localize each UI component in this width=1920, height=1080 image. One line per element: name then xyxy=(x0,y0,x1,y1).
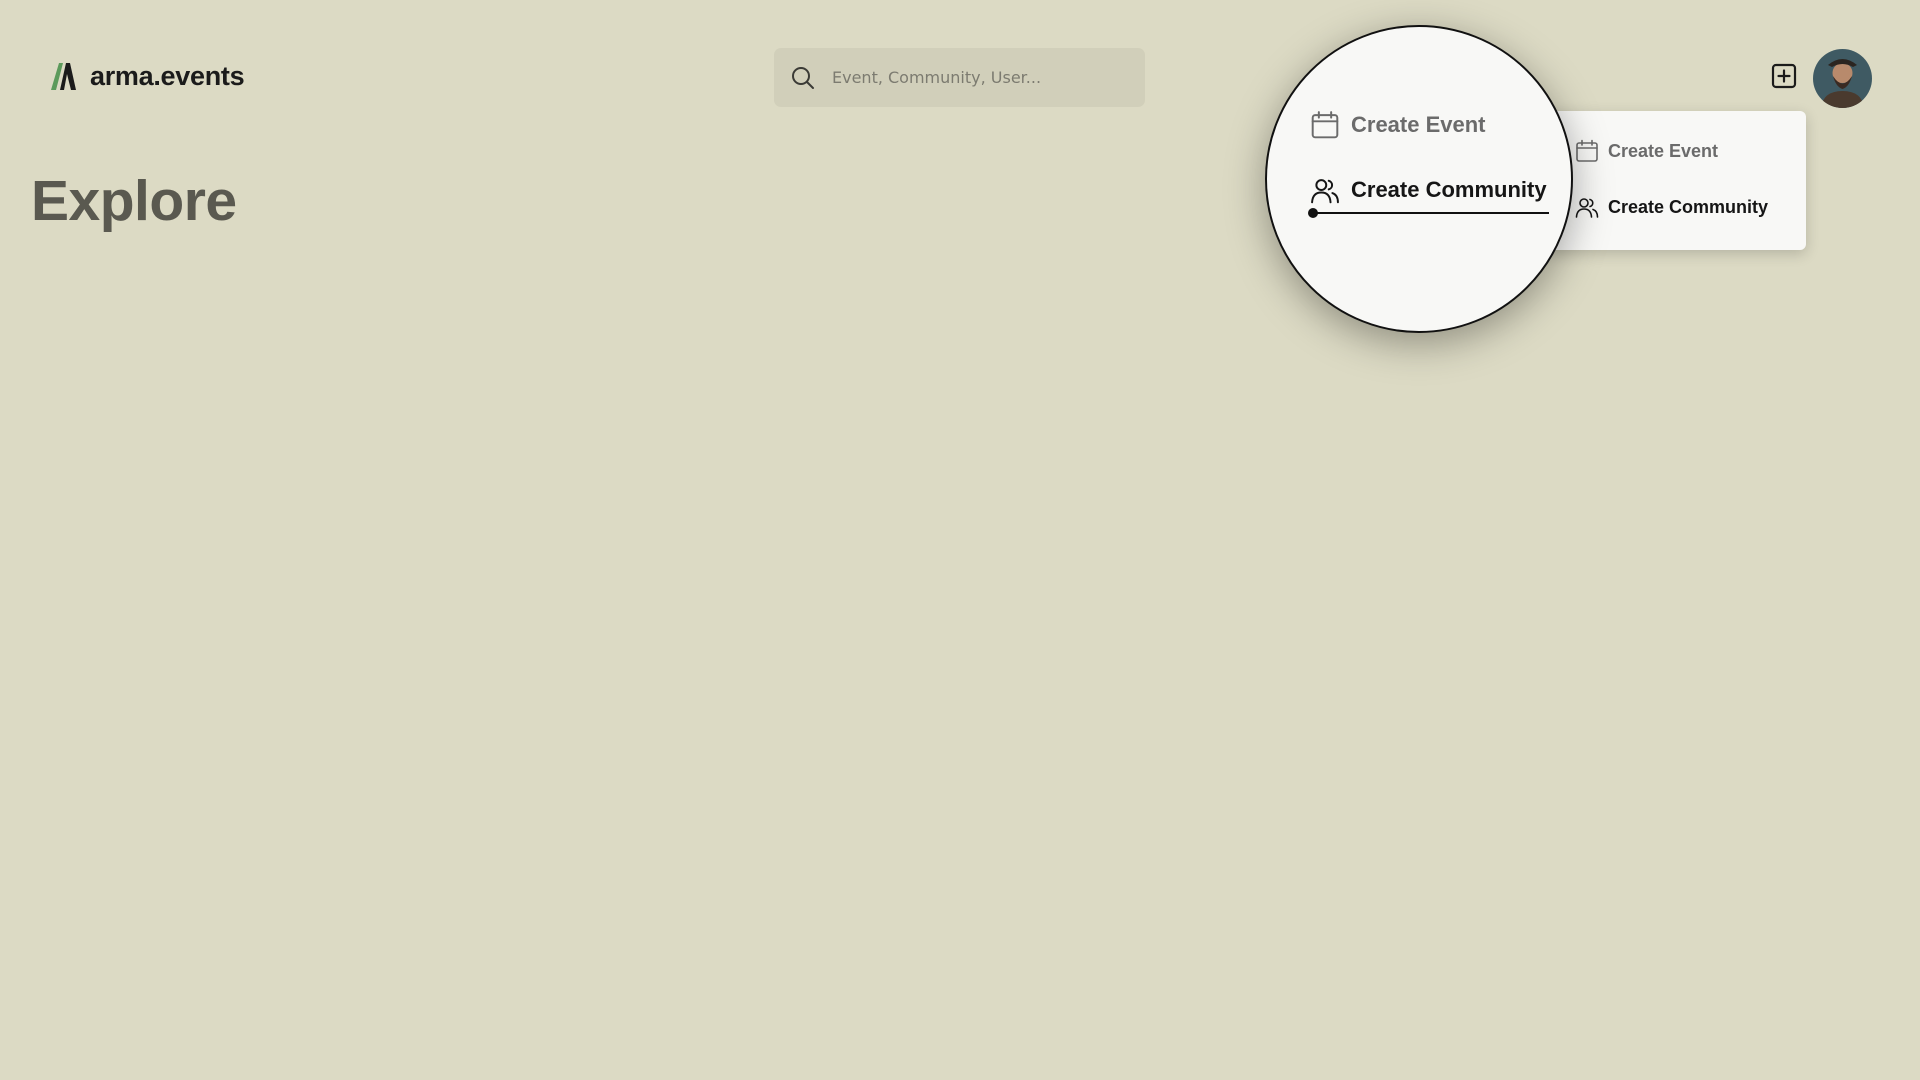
zoomed-menu-item-label: Create Community xyxy=(1351,177,1547,202)
calendar-icon xyxy=(1311,111,1339,139)
zoomed-menu-item-label: Create Event xyxy=(1351,112,1486,137)
brand-logo-link[interactable]: arma.events xyxy=(48,60,245,92)
magnifier-callout: Create Event Create Community xyxy=(1265,25,1573,333)
page-title: Explore xyxy=(31,169,237,233)
zoomed-menu-item-create-community: Create Community xyxy=(1309,174,1547,206)
zoomed-menu-item-create-event: Create Event xyxy=(1309,109,1486,141)
highlight-dot xyxy=(1308,208,1318,218)
menu-item-label: Create Community xyxy=(1608,196,1769,217)
explore-page: arma.events Explore xyxy=(0,0,1920,1080)
user-avatar[interactable] xyxy=(1813,49,1872,108)
users-icon xyxy=(1311,179,1339,204)
users-icon xyxy=(1575,198,1599,218)
create-dropdown-menu xyxy=(1548,111,1806,250)
menu-item-create-community[interactable]: Create Community xyxy=(1574,194,1768,220)
menu-item-create-event[interactable]: Create Event xyxy=(1574,138,1718,164)
highlight-underline xyxy=(1313,212,1549,214)
avatar-image xyxy=(1813,49,1872,108)
add-plus-icon[interactable] xyxy=(1770,62,1798,90)
calendar-icon xyxy=(1576,139,1598,162)
search-input[interactable] xyxy=(830,67,1124,88)
menu-item-label: Create Event xyxy=(1608,140,1719,161)
brand-name: arma.events xyxy=(90,60,245,91)
arma-logo-icon xyxy=(51,63,76,90)
search-bar[interactable] xyxy=(774,48,1145,107)
search-icon xyxy=(792,66,814,89)
